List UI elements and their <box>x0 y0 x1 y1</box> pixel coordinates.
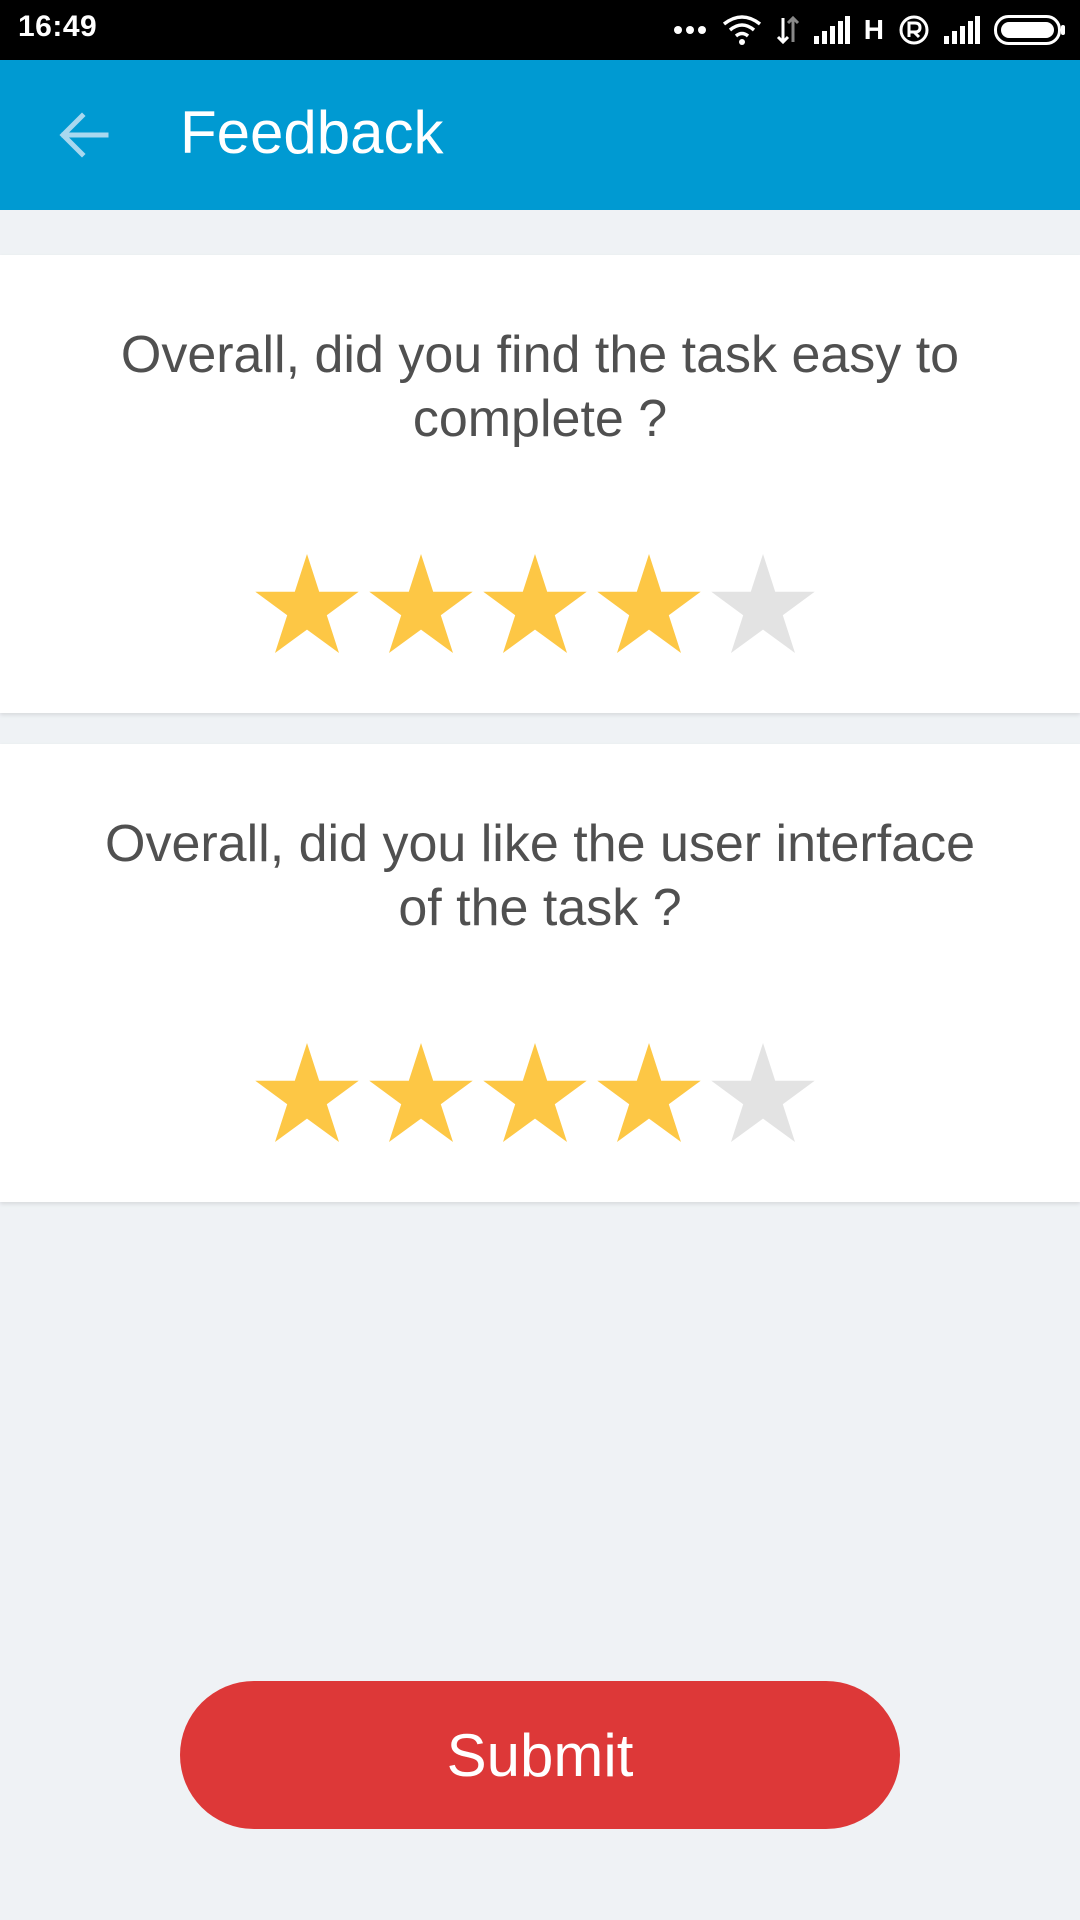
wifi-icon <box>722 15 761 45</box>
star-empty-icon-5[interactable] <box>711 1034 815 1154</box>
more-dots-icon <box>673 26 706 34</box>
question-text: Overall, did you find the task easy to c… <box>120 326 960 448</box>
question-card-1: Overall, did you find the task easy to c… <box>0 255 1080 713</box>
back-button[interactable] <box>44 100 124 170</box>
star-filled-icon-4[interactable] <box>597 1034 701 1154</box>
star-filled-icon-3[interactable] <box>483 545 587 665</box>
star-filled-icon-2[interactable] <box>369 1034 473 1154</box>
status-bar: 16:49 H <box>0 0 1080 60</box>
app-bar: Feedback <box>0 60 1080 210</box>
network-type-label: H <box>863 14 884 45</box>
data-transfer-icon <box>776 15 799 45</box>
page-title: Feedback <box>180 99 444 166</box>
question-card-2: Overall, did you like the user interface… <box>0 744 1080 1202</box>
battery-icon <box>994 15 1065 45</box>
status-icons: H <box>672 10 1066 50</box>
star-rating[interactable] <box>255 545 815 665</box>
star-filled-icon-2[interactable] <box>369 545 473 665</box>
star-filled-icon-4[interactable] <box>597 545 701 665</box>
star-filled-icon-1[interactable] <box>255 545 359 665</box>
signal-icon <box>813 16 850 44</box>
star-rating[interactable] <box>255 1034 815 1154</box>
question-text: Overall, did you like the user interface… <box>105 815 975 937</box>
star-filled-icon-3[interactable] <box>483 1034 587 1154</box>
registered-icon <box>899 15 929 45</box>
star-empty-icon-5[interactable] <box>711 545 815 665</box>
submit-button[interactable]: Submit <box>180 1681 900 1829</box>
signal-icon <box>944 16 980 44</box>
status-time: 16:49 <box>18 10 98 43</box>
star-filled-icon-1[interactable] <box>255 1034 359 1154</box>
back-arrow-icon <box>59 112 109 158</box>
